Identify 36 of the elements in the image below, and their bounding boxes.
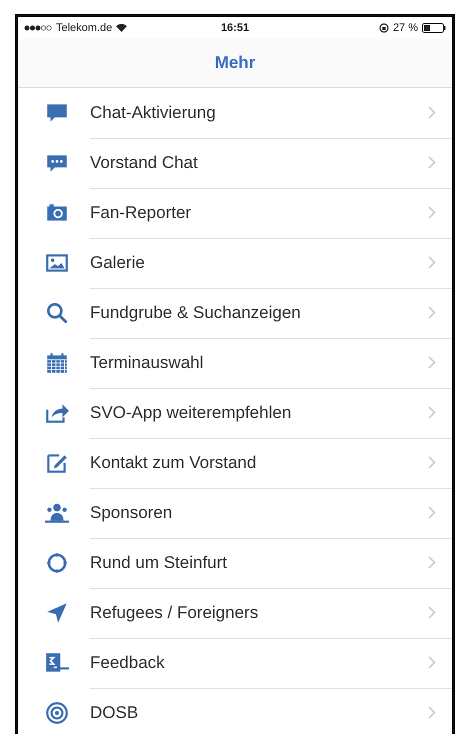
target-icon <box>44 700 70 726</box>
menu-item[interactable]: Vorstand Chat <box>18 138 452 188</box>
clock-time: 16:51 <box>220 22 250 34</box>
search-icon <box>44 300 70 326</box>
chevron-icon <box>428 656 436 669</box>
carrier-name: Telekom.de <box>56 22 112 34</box>
chevron-icon <box>428 606 436 619</box>
rotation-lock-icon <box>378 23 389 33</box>
menu-item[interactable]: Galerie <box>18 238 452 288</box>
chevron-icon <box>428 706 436 719</box>
chevron-icon <box>428 506 436 519</box>
menu-item[interactable]: Terminauswahl <box>18 338 452 388</box>
menu-item[interactable]: Feedback <box>18 638 452 688</box>
chevron-icon <box>428 356 436 369</box>
chevron-icon <box>428 256 436 269</box>
chevron-icon <box>428 556 436 569</box>
chevron-icon <box>428 406 436 419</box>
menu-item[interactable]: Kontakt zum Vorstand <box>18 438 452 488</box>
nav-title: Mehr <box>214 53 256 73</box>
chevron-icon <box>428 206 436 219</box>
chevron-icon <box>428 106 436 119</box>
battery-percent: 27 % <box>392 22 418 34</box>
menu-item[interactable]: SVO-App weiterempfehlen <box>18 388 452 438</box>
menu-item[interactable]: Sponsoren <box>18 488 452 538</box>
chevron-icon <box>428 156 436 169</box>
menu-item[interactable]: Fan-Reporter <box>18 188 452 238</box>
menu-item[interactable]: Fundgrube & Suchanzeigen <box>18 288 452 338</box>
menu-item[interactable]: Chat-Aktivierung <box>18 88 452 138</box>
wifi-icon <box>116 24 128 32</box>
chevron-icon <box>428 306 436 319</box>
menu-item[interactable]: Refugees / Foreigners <box>18 588 452 638</box>
battery-icon <box>422 23 446 33</box>
signal-icon <box>24 25 52 31</box>
chevron-icon <box>428 456 436 469</box>
menu-item[interactable]: Rund um Steinfurt <box>18 538 452 588</box>
menu-item[interactable]: DOSB <box>18 688 452 734</box>
